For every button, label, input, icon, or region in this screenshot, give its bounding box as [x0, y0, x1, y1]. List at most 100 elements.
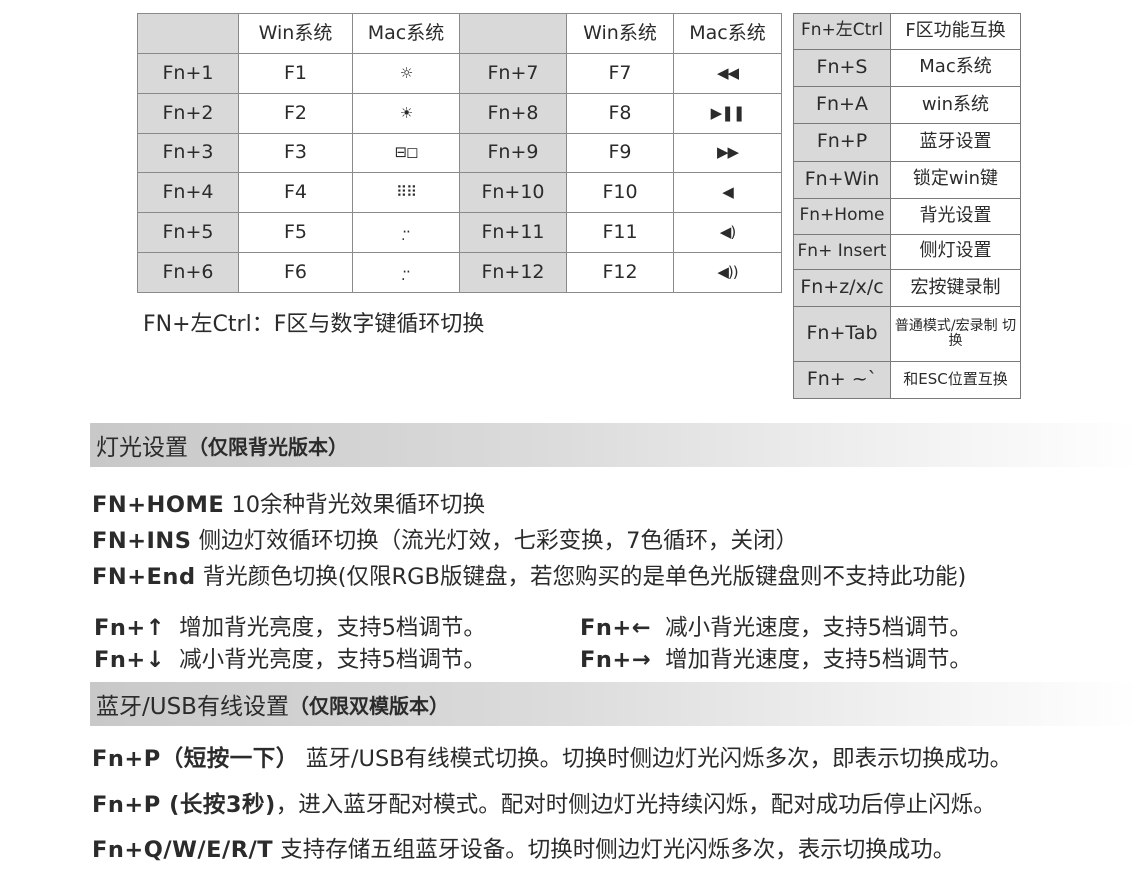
fn-table-header-mac: Mac系统: [673, 13, 782, 54]
lighting-section-note: （仅限背光版本）: [188, 434, 348, 459]
arrow-shortcut: Fn+→ 增加背光速度，支持5档调节。: [580, 642, 972, 674]
shortcut-key: Fn+P (长按3秒): [92, 792, 276, 818]
mute-icon: ◀: [673, 172, 782, 214]
win-key-cell: F9: [566, 132, 674, 174]
fn-key-cell: Fn+11: [459, 212, 567, 254]
shortcut-description: 增加背光速度，支持5档调节。: [665, 647, 972, 673]
shortcut-key: Fn+→: [580, 647, 652, 673]
table-row: Fn+左Ctrl F区功能互换: [793, 13, 1021, 50]
shortcut-function: 宏按键录制: [890, 268, 1021, 308]
fast-forward-icon: ▶▶: [673, 132, 782, 174]
fn-key-cell: Fn+2: [137, 92, 239, 134]
bluetooth-line: Fn+Q/W/E/R/T 支持存储五组蓝牙设备。切换时侧边灯光闪烁多次，表示切换…: [92, 832, 955, 864]
shortcut-function: 蓝牙设置: [890, 123, 1021, 162]
win-key-cell: F7: [566, 52, 674, 94]
shortcut-key: Fn+Win: [793, 160, 891, 200]
table-row: Fn+4 F4 ⠿⠿ Fn+10 F10 ◀: [137, 172, 782, 214]
fn-key-cell: Fn+4: [137, 172, 239, 214]
table-row: Fn+ Insert 侧灯设置: [793, 233, 1021, 270]
table-row: Fn+A win系统: [793, 85, 1021, 125]
shortcut-key: Fn+ ~`: [793, 360, 891, 400]
shortcut-key: Fn+Q/W/E/R/T: [92, 837, 274, 863]
table-row: Fn+Home 背光设置: [793, 198, 1021, 235]
shortcut-key: Fn+S: [793, 48, 891, 87]
win-key-cell: F12: [566, 252, 674, 293]
brightness-up-icon: ☀: [352, 92, 460, 134]
table-row: Fn+6 F6 ·̣̣· Fn+12 F12 ◀)): [137, 252, 782, 293]
shortcut-function: win系统: [890, 85, 1021, 125]
shortcut-key: Fn+左Ctrl: [793, 13, 891, 50]
lighting-section-header: 灯光设置 （仅限背光版本）: [90, 423, 1140, 467]
shortcut-key: Fn+P: [793, 123, 891, 162]
fn-key-table: Win系统 Mac系统 Win系统 Mac系统 Fn+1 F1 ☼ Fn+7 F…: [137, 13, 782, 293]
fn-key-cell: Fn+6: [137, 252, 239, 293]
shortcut-function: F区功能互换: [890, 13, 1021, 50]
fn-key-cell: Fn+1: [137, 52, 239, 94]
bluetooth-section-note: （仅限双模版本）: [288, 693, 449, 718]
fn-ctrl-note: FN+左Ctrl：F区与数字键循环切换: [143, 312, 485, 337]
fn-shortcut-table: Fn+左Ctrl F区功能互换 Fn+S Mac系统 Fn+A win系统 Fn…: [793, 13, 1021, 400]
table-row: Fn+z/x/c 宏按键录制: [793, 268, 1021, 308]
fn-table-header-win: Win系统: [566, 13, 674, 54]
fn-key-cell: Fn+7: [459, 52, 567, 94]
win-key-cell: F11: [566, 212, 674, 254]
fn-key-cell: Fn+12: [459, 252, 567, 293]
shortcut-key: FN+INS: [92, 528, 192, 554]
win-key-cell: F1: [238, 52, 353, 94]
keyboard-light-up-icon: ·̣̣·: [352, 252, 460, 293]
fn-key-cell: Fn+5: [137, 212, 239, 254]
volume-down-icon: ◀): [673, 212, 782, 254]
shortcut-key: Fn+↓: [94, 647, 166, 673]
fn-table-corner: [137, 13, 239, 54]
shortcut-function: Mac系统: [890, 48, 1021, 87]
shortcut-key: Fn+↑: [94, 615, 166, 641]
table-row: Fn+5 F5 ·̣· Fn+11 F11 ◀): [137, 212, 782, 254]
table-row: Fn+Tab 普通模式/宏录制 切换: [793, 306, 1021, 362]
shortcut-key: Fn+P（短按一下）: [92, 746, 299, 772]
shortcut-description: 背光颜色切换(仅限RGB版键盘，若您购买的是单色光版键盘则不支持此功能): [202, 564, 967, 590]
fn-table-header-row: Win系统 Mac系统 Win系统 Mac系统: [137, 13, 782, 54]
arrow-shortcut: Fn+← 减小背光速度，支持5档调节。: [580, 610, 972, 642]
shortcut-key: FN+End: [92, 564, 196, 590]
table-row: Fn+S Mac系统: [793, 48, 1021, 87]
lighting-line: FN+HOME 10余种背光效果循环切换: [92, 487, 485, 519]
shortcut-description: 侧边灯效循环切换（流光灯效，七彩变换，7色循环，关闭）: [198, 528, 798, 554]
shortcut-key: Fn+←: [580, 615, 652, 641]
win-key-cell: F10: [566, 172, 674, 214]
fn-table-header-mac: Mac系统: [352, 13, 460, 54]
fn-table-header-win: Win系统: [238, 13, 353, 54]
shortcut-description: 减小背光亮度，支持5档调节。: [179, 647, 486, 673]
shortcut-description: 支持存储五组蓝牙设备。切换时侧边灯光闪烁多次，表示切换成功。: [280, 837, 956, 863]
brightness-down-icon: ☼: [352, 52, 460, 94]
lighting-line: FN+INS 侧边灯效循环切换（流光灯效，七彩变换，7色循环，关闭）: [92, 523, 798, 555]
play-pause-icon: ▶❚❚: [673, 92, 782, 134]
table-row: Fn+2 F2 ☀ Fn+8 F8 ▶❚❚: [137, 92, 782, 134]
fn-key-cell: Fn+3: [137, 132, 239, 174]
win-key-cell: F8: [566, 92, 674, 134]
fn-table-corner: [459, 13, 567, 54]
lighting-line: FN+End 背光颜色切换(仅限RGB版键盘，若您购买的是单色光版键盘则不支持此…: [92, 559, 966, 591]
shortcut-description: 减小背光速度，支持5档调节。: [665, 615, 972, 641]
table-row: Fn+Win 锁定win键: [793, 160, 1021, 200]
shortcut-function: 侧灯设置: [890, 233, 1021, 270]
fn-key-cell: Fn+8: [459, 92, 567, 134]
shortcut-function: 锁定win键: [890, 160, 1021, 200]
bluetooth-section-header: 蓝牙/USB有线设置 （仅限双模版本）: [90, 682, 1140, 726]
fn-key-cell: Fn+10: [459, 172, 567, 214]
shortcut-description: ，进入蓝牙配对模式。配对时侧边灯光持续闪烁，配对成功后停止闪烁。: [275, 792, 996, 818]
win-key-cell: F5: [238, 212, 353, 254]
shortcut-function: 背光设置: [890, 198, 1021, 235]
bluetooth-line: Fn+P（短按一下） 蓝牙/USB有线模式切换。切换时侧边灯光闪烁多次，即表示切…: [92, 741, 1012, 773]
shortcut-description: 蓝牙/USB有线模式切换。切换时侧边灯光闪烁多次，即表示切换成功。: [305, 746, 1013, 772]
table-row: Fn+1 F1 ☼ Fn+7 F7 ◀◀: [137, 52, 782, 94]
bluetooth-line: Fn+P (长按3秒)，进入蓝牙配对模式。配对时侧边灯光持续闪烁，配对成功后停止…: [92, 787, 996, 819]
rewind-icon: ◀◀: [673, 52, 782, 94]
keyboard-light-down-icon: ·̣·: [352, 212, 460, 254]
arrow-shortcut: Fn+↑ 增加背光亮度，支持5档调节。: [94, 610, 486, 642]
shortcut-description: 10余种背光效果循环切换: [231, 492, 486, 518]
table-row: Fn+P 蓝牙设置: [793, 123, 1021, 162]
shortcut-function: 普通模式/宏录制 切换: [890, 306, 1021, 362]
win-key-cell: F3: [238, 132, 353, 174]
shortcut-key: FN+HOME: [92, 492, 225, 518]
win-key-cell: F4: [238, 172, 353, 214]
